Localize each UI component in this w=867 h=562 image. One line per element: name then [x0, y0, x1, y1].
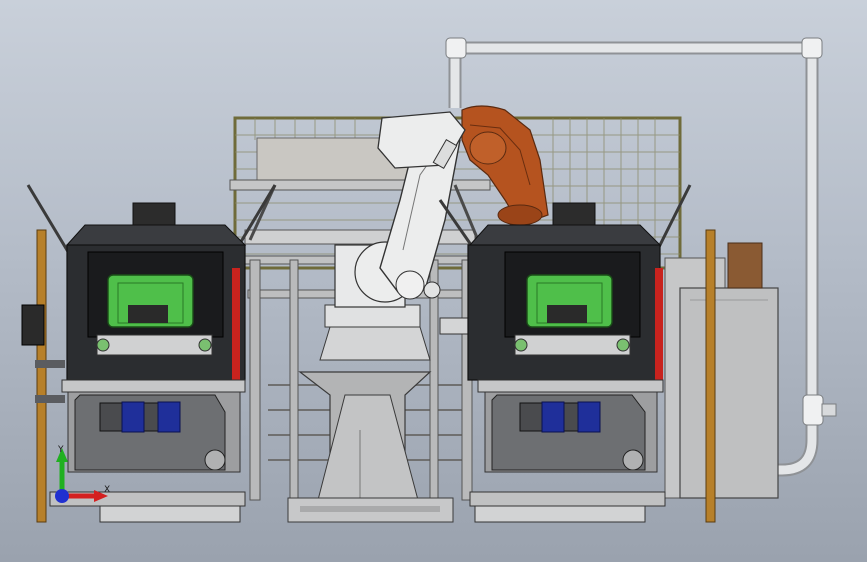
electrical-cabinet	[664, 242, 779, 499]
robot-pedestal	[287, 371, 454, 523]
cad-viewport[interactable]: Y X	[0, 0, 867, 562]
triad-y-label: Y	[57, 445, 64, 455]
triad-x-label: X	[104, 485, 110, 495]
robot-orange-rear	[461, 105, 549, 226]
cad-model-scene[interactable]: Y X	[0, 0, 867, 562]
